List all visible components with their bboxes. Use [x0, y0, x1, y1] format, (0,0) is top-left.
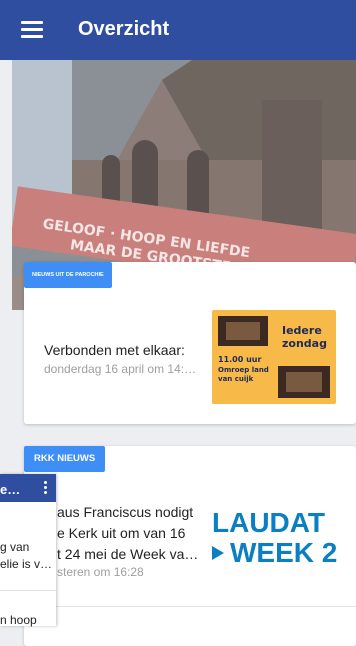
floating-bottom-text: n hoop: [0, 613, 37, 627]
poster-line-1: Iedere: [282, 324, 322, 337]
excerpt-line-3: t 24 mei de Week va…: [57, 546, 199, 562]
article-date: donderdag 16 april om 14:…: [44, 362, 197, 376]
logo-line-1: LAUDAT: [212, 507, 326, 538]
article-time: steren om 16:28: [57, 565, 144, 579]
floating-line-1: g van: [0, 540, 30, 554]
laudato-logo: LAUDAT WEEK 2: [212, 508, 356, 568]
news-card-rkk[interactable]: RKK NIEUWS aus Franciscus nodigt e Kerk …: [24, 446, 356, 646]
floating-window-bar: e…: [0, 474, 56, 502]
poster-line-5: van cuijk: [218, 375, 254, 383]
news-card-parochie[interactable]: NIEUWS UIT DE PAROCHIE Verbonden met elk…: [24, 262, 356, 424]
page-title: Overzicht: [78, 18, 170, 40]
divider: [48, 606, 356, 607]
more-options-icon[interactable]: [42, 479, 48, 497]
category-badge: RKK NIEUWS: [24, 446, 106, 472]
poster-line-2: zondag: [282, 337, 327, 350]
poster-line-4: Omroep land: [218, 366, 269, 374]
article-thumbnail: Iedere zondag 11.00 uur Omroep land van …: [212, 310, 336, 404]
floating-window[interactable]: e… g van elie is v… n hoop: [0, 474, 56, 627]
excerpt-line-1: aus Franciscus nodigt: [57, 504, 194, 520]
app-bar: Overzicht: [0, 0, 356, 60]
category-badge: NIEUWS UIT DE PAROCHIE: [24, 262, 112, 288]
divider: [0, 590, 56, 591]
floating-window-text: g van elie is v…: [0, 539, 52, 573]
excerpt-line-2: e Kerk uit om van 16: [57, 525, 186, 541]
menu-icon[interactable]: [21, 21, 43, 39]
logo-line-2: WEEK 2: [212, 538, 356, 568]
article-title: Verbonden met elkaar:: [44, 342, 185, 358]
poster-line-3: 11.00 uur: [218, 355, 261, 364]
floating-window-title: e…: [0, 482, 21, 497]
article-excerpt: aus Franciscus nodigt e Kerk uit om van …: [57, 502, 207, 565]
floating-line-2: elie is v…: [0, 557, 53, 571]
